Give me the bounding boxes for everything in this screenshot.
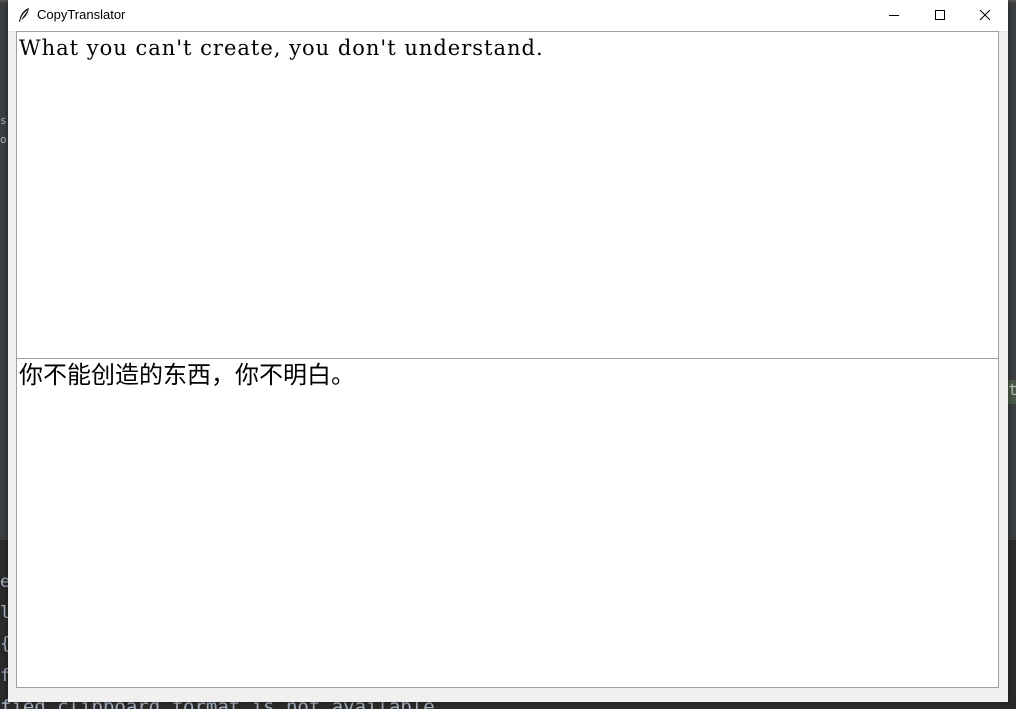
app-window: CopyTranslator What you can't create, yo… [8, 0, 1008, 702]
maximize-icon [934, 6, 946, 25]
background-glyph: o [0, 133, 7, 146]
background-glyph: s [0, 114, 7, 127]
quill-feather-icon [17, 7, 31, 23]
maximize-button[interactable] [917, 0, 963, 31]
source-text-area[interactable]: What you can't create, you don't underst… [16, 31, 999, 360]
minimize-button[interactable] [871, 0, 917, 31]
minimize-icon [888, 6, 900, 25]
translation-text-area[interactable]: 你不能创造的东西，你不明白。 [16, 358, 999, 688]
window-title: CopyTranslator [37, 7, 126, 22]
source-text: What you can't create, you don't underst… [19, 36, 544, 60]
title-bar[interactable]: CopyTranslator [8, 0, 1008, 32]
close-icon [979, 6, 991, 25]
translation-text: 你不能创造的东西，你不明白。 [19, 361, 355, 389]
background-glyph: t [1008, 380, 1016, 404]
close-button[interactable] [962, 0, 1008, 31]
